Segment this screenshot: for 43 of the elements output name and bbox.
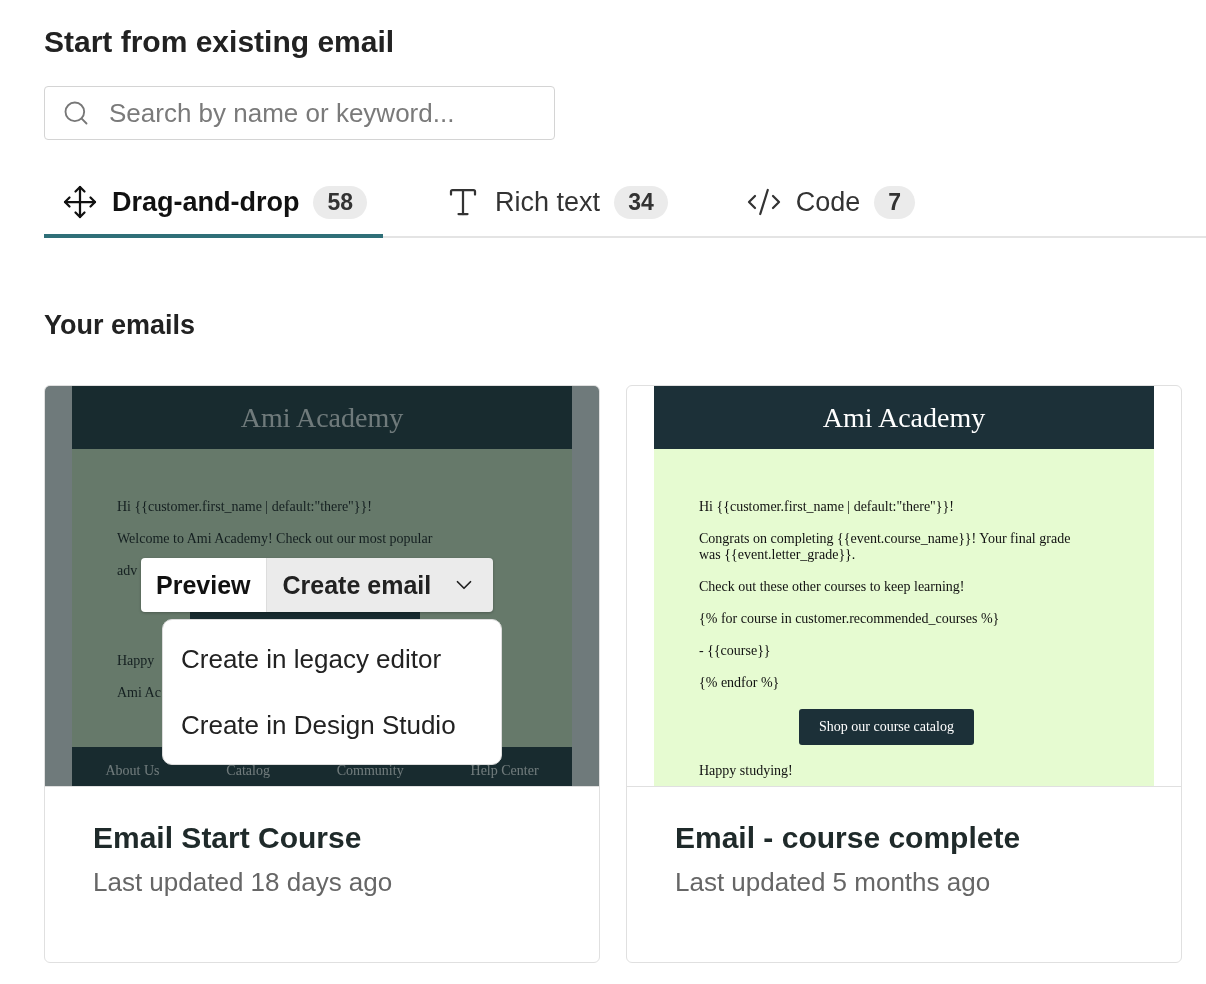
email-text: Happy studying! — [699, 763, 793, 779]
count-badge: 58 — [313, 185, 368, 219]
tab[interactable]: Drag-and-drop 58 — [44, 184, 384, 238]
create-email-button[interactable]: Create email — [265, 558, 494, 612]
page-title: Start from existing email — [44, 24, 396, 60]
email-text: adv — [117, 563, 138, 579]
email-text: - {{course}} — [699, 643, 771, 659]
email-text: Check out these other courses to keep learning! — [699, 579, 965, 595]
email-text: Welcome to Ami Academy! Check out our most popular — [117, 531, 433, 547]
email-text: Hi {{customer.first_name | default:"there"}}! — [699, 499, 954, 515]
email-name: Email Start Course — [93, 821, 363, 855]
email-cta-button: Shop our course catalog — [799, 709, 974, 745]
search-icon — [62, 99, 90, 127]
preview-button[interactable]: Preview — [141, 558, 266, 612]
menu-item[interactable]: Create in legacy editor — [163, 626, 501, 692]
move-arrows-icon — [62, 184, 98, 220]
count-badge: 7 — [874, 185, 916, 219]
tab[interactable]: Code 7 — [727, 184, 932, 238]
last-updated: Last updated 18 days ago — [93, 867, 394, 898]
email-text: Happy — [117, 653, 155, 669]
last-updated: Last updated 5 months ago — [675, 867, 992, 898]
email-brand: Ami Academy — [822, 401, 986, 434]
tab[interactable]: Rich text 34 — [427, 184, 684, 238]
email-card[interactable] — [626, 385, 1182, 963]
email-footer-link: Community — [336, 763, 404, 778]
tab-label: Drag-and-drop — [112, 186, 300, 218]
email-footer-link: Help Center — [470, 763, 539, 778]
section-title: Your emails — [44, 309, 197, 342]
email-text: Hi {{customer.first_name | default:"there"}}! — [117, 499, 372, 515]
menu-item[interactable]: Create in Design Studio — [163, 692, 501, 758]
email-footer-link: Catalog — [226, 763, 270, 778]
email-text: {% for course in customer.recommended_courses %} — [699, 611, 1000, 627]
email-name: Email - course complete — [675, 821, 1022, 855]
count-badge: 34 — [614, 185, 668, 219]
email-text: {% endfor %} — [699, 675, 780, 691]
email-brand: Ami Academy — [240, 401, 404, 434]
email-text: Ami Ac — [117, 685, 161, 701]
email-text: Congrats on completing {{event.course_name}}! Your final grade was {{event.letter_grade}}. — [699, 531, 1072, 563]
email-card[interactable] — [44, 385, 600, 963]
tab-label: Rich text — [495, 186, 601, 218]
tab-label: Code — [795, 186, 861, 218]
email-footer-link: About Us — [105, 763, 160, 778]
search-field[interactable]: Search by name or keyword... — [44, 86, 555, 140]
